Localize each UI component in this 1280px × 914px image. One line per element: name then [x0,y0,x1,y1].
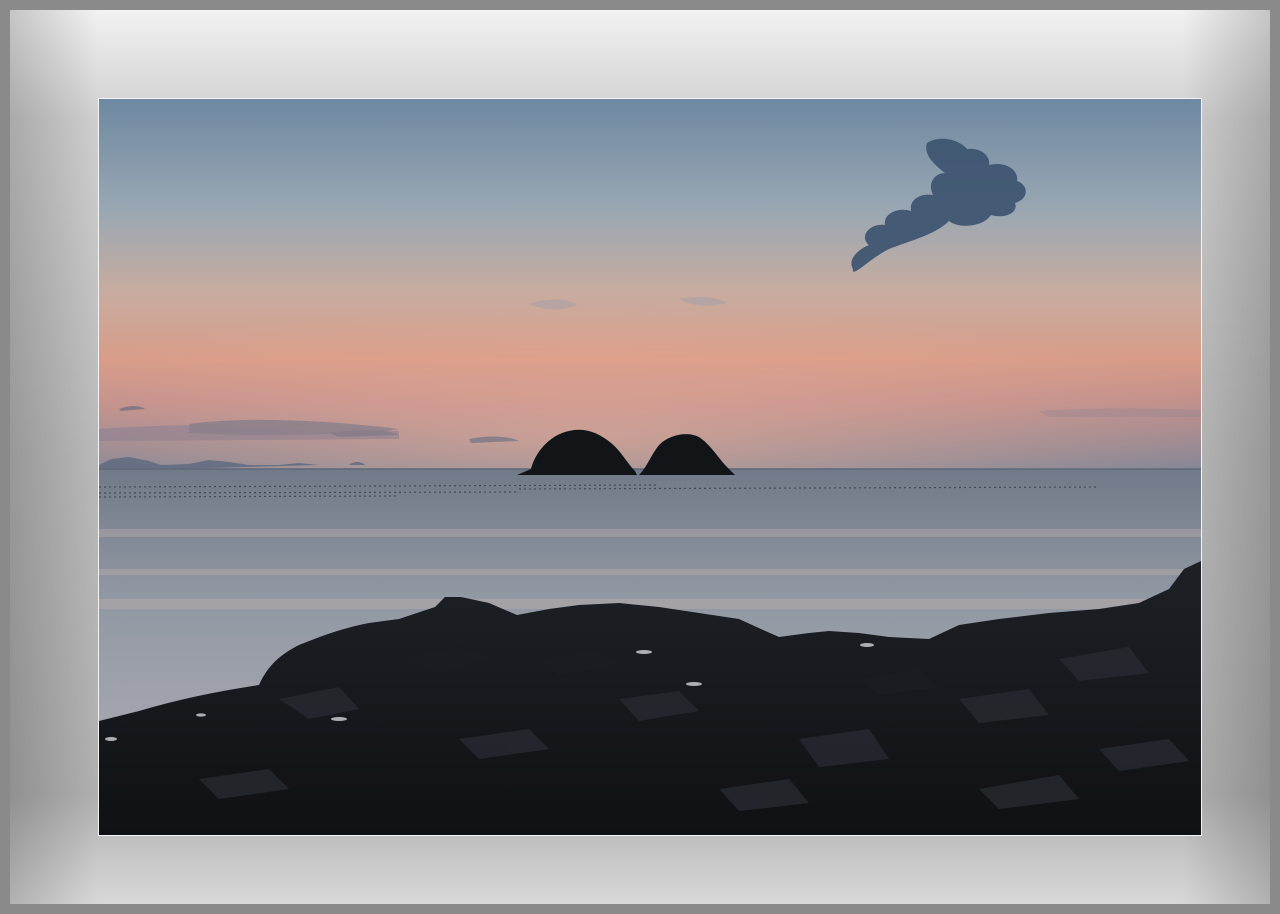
picture-frame [0,0,1280,914]
photo [98,98,1202,836]
seascape-image [99,99,1201,835]
